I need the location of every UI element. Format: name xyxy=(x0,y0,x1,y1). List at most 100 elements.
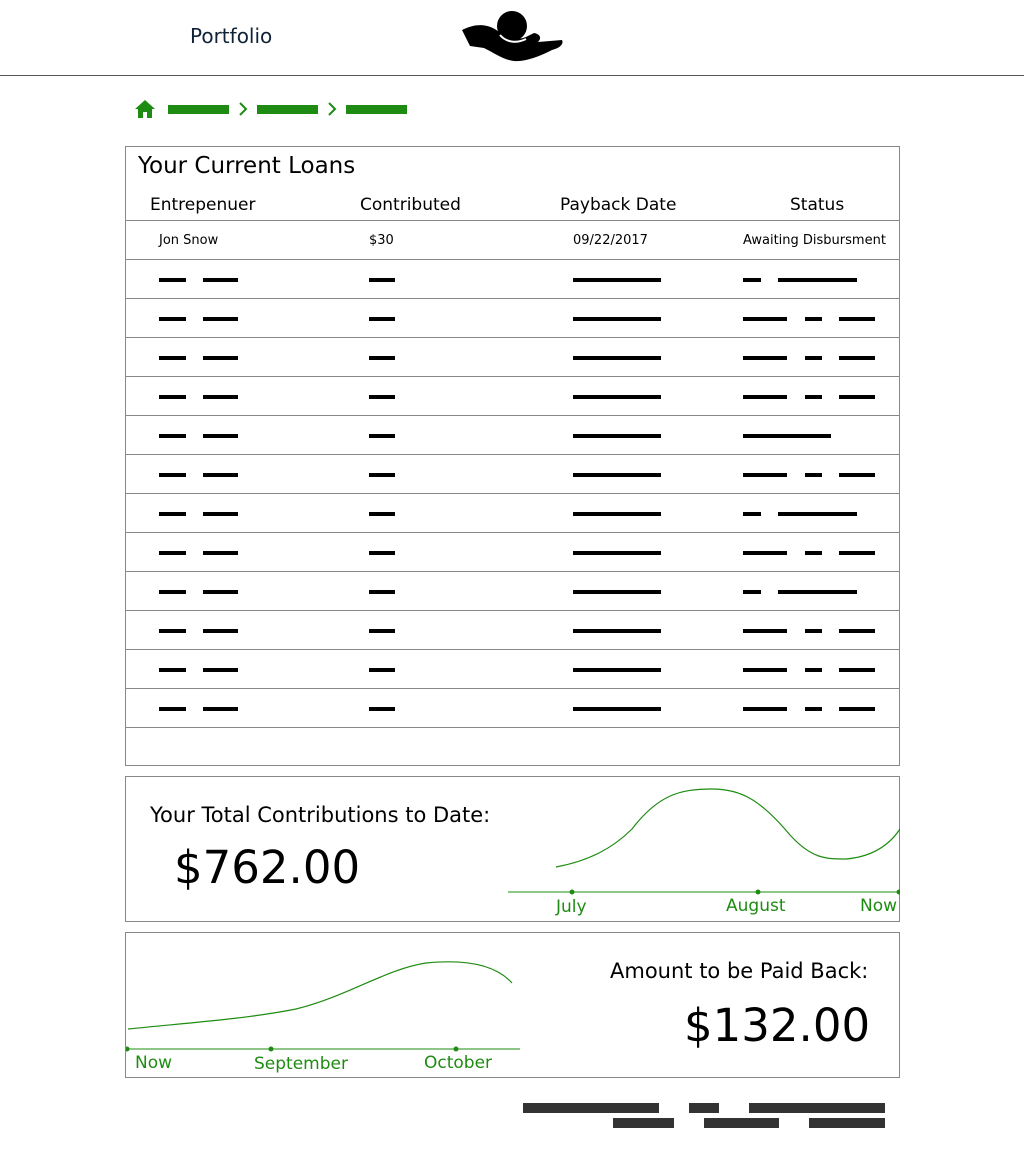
redacted-text xyxy=(573,473,661,477)
redacted-text xyxy=(203,434,238,438)
redacted-text xyxy=(369,707,395,711)
redacted-text xyxy=(159,512,186,516)
redacted-text xyxy=(743,434,831,438)
redacted-text xyxy=(203,590,238,594)
redacted-text xyxy=(573,434,661,438)
redacted-text xyxy=(203,707,238,711)
redacted-text xyxy=(743,395,787,399)
redacted-text xyxy=(839,473,875,477)
redacted-text xyxy=(203,512,238,516)
table-row[interactable] xyxy=(126,649,899,689)
breadcrumb-item[interactable] xyxy=(168,105,229,114)
redacted-text xyxy=(743,707,787,711)
redacted-text xyxy=(839,356,875,360)
redacted-text xyxy=(369,356,395,360)
nav-portfolio-link[interactable]: Portfolio xyxy=(190,24,272,48)
table-row[interactable] xyxy=(126,571,899,611)
table-row[interactable] xyxy=(126,454,899,494)
redacted-text xyxy=(743,473,787,477)
redacted-text xyxy=(839,551,875,555)
entrepreneur-cell: Jon Snow xyxy=(159,233,219,248)
table-row[interactable] xyxy=(126,415,899,455)
payback-value: $132.00 xyxy=(684,999,871,1052)
home-icon[interactable] xyxy=(134,99,156,119)
table-row[interactable] xyxy=(126,298,899,338)
redacted-text xyxy=(369,551,395,555)
hand-holding-coin-icon[interactable] xyxy=(460,10,564,64)
redacted-text xyxy=(743,512,761,516)
redacted-text xyxy=(203,668,238,672)
redacted-text xyxy=(573,395,661,399)
contributions-label: Your Total Contributions to Date: xyxy=(150,803,491,827)
table-row[interactable] xyxy=(126,337,899,377)
column-header-entrepreneur: Entrepenuer xyxy=(150,195,256,215)
redacted-text xyxy=(743,629,787,633)
redacted-text xyxy=(369,668,395,672)
breadcrumb xyxy=(134,97,414,121)
breadcrumb-item[interactable] xyxy=(257,105,318,114)
redacted-text xyxy=(805,707,822,711)
payback-date-cell: 09/22/2017 xyxy=(573,233,648,248)
redacted-text xyxy=(805,473,822,477)
redacted-text xyxy=(778,278,857,282)
redacted-text xyxy=(805,317,822,321)
x-axis-label: Now xyxy=(135,1053,173,1073)
redacted-text xyxy=(573,707,661,711)
contributions-value: $762.00 xyxy=(174,841,361,894)
redacted-text xyxy=(203,395,238,399)
table-row[interactable] xyxy=(126,532,899,572)
redacted-text xyxy=(159,473,186,477)
table-row[interactable]: Jon Snow $30 09/22/2017 Awaiting Disburs… xyxy=(126,220,899,260)
redacted-text xyxy=(839,668,875,672)
redacted-text xyxy=(573,278,661,282)
redacted-text xyxy=(369,278,395,282)
redacted-text xyxy=(805,668,822,672)
column-header-status: Status xyxy=(790,195,845,215)
redacted-text xyxy=(573,512,661,516)
redacted-text xyxy=(203,317,238,321)
redacted-text xyxy=(573,551,661,555)
redacted-text xyxy=(743,356,787,360)
redacted-text xyxy=(159,356,186,360)
x-axis-label: September xyxy=(254,1054,348,1074)
table-row[interactable] xyxy=(126,493,899,533)
amount-to-be-paid-back-panel: Now September October Amount to be Paid … xyxy=(125,932,900,1078)
redacted-text xyxy=(743,317,787,321)
redacted-text xyxy=(203,278,238,282)
payback-label: Amount to be Paid Back: xyxy=(610,959,869,983)
redacted-text xyxy=(159,551,186,555)
redacted-text xyxy=(743,590,761,594)
chevron-right-icon xyxy=(239,102,248,116)
table-row[interactable] xyxy=(126,259,899,299)
redacted-text xyxy=(369,473,395,477)
top-bar: Portfolio xyxy=(0,0,1024,76)
status-cell: Awaiting Disbursment xyxy=(743,233,886,248)
redacted-text xyxy=(369,512,395,516)
redacted-text xyxy=(805,395,822,399)
redacted-text xyxy=(743,278,761,282)
table-row[interactable] xyxy=(126,376,899,416)
redacted-text xyxy=(203,629,238,633)
redacted-text xyxy=(159,395,186,399)
total-contributions-panel: Your Total Contributions to Date: $762.0… xyxy=(125,776,900,922)
column-header-contributed: Contributed xyxy=(360,195,461,215)
redacted-text xyxy=(839,707,875,711)
redacted-text xyxy=(839,395,875,399)
redacted-text xyxy=(159,668,186,672)
redacted-text xyxy=(573,590,661,594)
table-row[interactable] xyxy=(126,610,899,650)
redacted-text xyxy=(203,473,238,477)
redacted-text xyxy=(573,317,661,321)
breadcrumb-item[interactable] xyxy=(346,105,407,114)
redacted-text xyxy=(573,668,661,672)
x-axis-label: Now xyxy=(860,896,898,916)
x-axis-label: August xyxy=(726,896,786,916)
table-row[interactable] xyxy=(126,688,899,728)
x-axis-label: July xyxy=(556,897,587,917)
current-loans-panel: Your Current Loans Entrepenuer Contribut… xyxy=(125,146,900,766)
redacted-text xyxy=(743,551,787,555)
redacted-text xyxy=(743,668,787,672)
redacted-text xyxy=(159,278,186,282)
redacted-text xyxy=(839,317,875,321)
redacted-text xyxy=(778,512,857,516)
